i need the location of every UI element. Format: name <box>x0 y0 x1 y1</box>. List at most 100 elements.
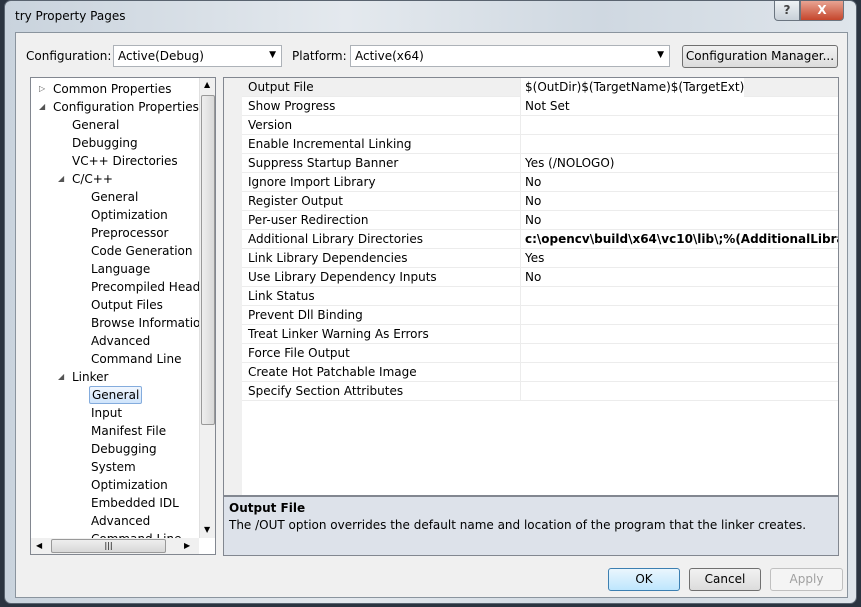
property-row[interactable]: Create Hot Patchable Image <box>242 363 838 382</box>
dialog-client: Configuration: Active(Debug) ▼ Platform: … <box>15 32 848 598</box>
property-name: Link Status <box>248 289 315 303</box>
property-row[interactable]: Enable Incremental Linking <box>242 135 838 154</box>
scroll-left-icon[interactable]: ◀ <box>36 541 42 550</box>
property-name: Suppress Startup Banner <box>248 156 399 170</box>
property-row[interactable]: Suppress Startup Banner Yes (/NOLOGO) <box>242 154 838 173</box>
tree-item[interactable]: Manifest File <box>89 422 168 440</box>
property-row[interactable]: Specify Section Attributes <box>242 382 838 401</box>
property-value[interactable] <box>520 287 525 306</box>
ok-button[interactable]: OK <box>608 568 680 591</box>
property-value[interactable] <box>520 116 525 135</box>
property-name: Prevent Dll Binding <box>248 308 363 322</box>
tree-item[interactable]: Output Files <box>89 296 165 314</box>
scroll-right-icon[interactable]: ▶ <box>184 541 190 550</box>
property-value[interactable]: Yes (/NOLOGO) <box>520 154 614 173</box>
property-tree: ▷ Common Properties ◢ Configuration Propert… <box>30 77 216 555</box>
tree-item[interactable]: Precompiled Headers <box>89 278 215 296</box>
property-name: Output File <box>248 80 314 94</box>
property-value[interactable]: No <box>520 173 541 192</box>
tree-item[interactable]: Browse Information <box>89 314 210 332</box>
property-row[interactable]: Register Output No <box>242 192 838 211</box>
tree-item[interactable]: Preprocessor <box>89 224 170 242</box>
property-value[interactable] <box>520 344 525 363</box>
tree-item[interactable]: VC++ Directories <box>70 152 180 170</box>
property-row[interactable]: Use Library Dependency Inputs No <box>242 268 838 287</box>
property-value[interactable]: $(OutDir)$(TargetName)$(TargetExt) <box>520 78 745 97</box>
tree-item[interactable]: Optimization <box>89 206 170 224</box>
platform-value: Active(x64) <box>355 49 424 63</box>
property-name: Show Progress <box>248 99 336 113</box>
property-row[interactable]: Treat Linker Warning As Errors <box>242 325 838 344</box>
tree-item[interactable]: Advanced <box>89 512 152 530</box>
configuration-value: Active(Debug) <box>118 49 204 63</box>
property-value[interactable] <box>520 135 525 154</box>
collapse-arrow-icon[interactable]: ◢ <box>39 102 45 111</box>
scroll-up-icon[interactable]: ▲ <box>204 80 210 89</box>
tree-item[interactable]: Language <box>89 260 152 278</box>
tree-item[interactable]: Input <box>89 404 124 422</box>
property-value[interactable]: c:\opencv\build\x64\vc10\lib\;%(Addition… <box>520 230 838 249</box>
property-row[interactable]: Ignore Import Library No <box>242 173 838 192</box>
property-value[interactable]: No <box>520 211 541 230</box>
property-row[interactable]: Link Library Dependencies Yes <box>242 249 838 268</box>
help-button[interactable]: ? <box>774 1 800 21</box>
platform-label: Platform: <box>292 49 347 63</box>
property-name: Register Output <box>248 194 343 208</box>
tree-item[interactable]: Debugging <box>89 440 159 458</box>
apply-button[interactable]: Apply <box>770 568 843 591</box>
property-row[interactable]: Force File Output <box>242 344 838 363</box>
property-name: Treat Linker Warning As Errors <box>248 327 429 341</box>
tree-item[interactable]: Embedded IDL <box>89 494 181 512</box>
property-row[interactable]: Per-user Redirection No <box>242 211 838 230</box>
collapse-arrow-icon[interactable]: ◢ <box>58 174 64 183</box>
cancel-button[interactable]: Cancel <box>689 568 761 591</box>
property-grid: Output File $(OutDir)$(TargetName)$(Targe… <box>223 77 839 496</box>
tree-item[interactable]: Command Line <box>89 350 184 368</box>
property-value[interactable]: Yes <box>520 249 544 268</box>
property-row[interactable]: Version <box>242 116 838 135</box>
tree-item[interactable]: Code Generation <box>89 242 194 260</box>
property-value[interactable] <box>520 363 525 382</box>
description-title: Output File <box>229 501 306 515</box>
property-value[interactable] <box>520 382 525 401</box>
property-pages-dialog: try Property Pages ? X Configuration: Ac… <box>4 0 857 604</box>
configuration-select[interactable]: Active(Debug) ▼ <box>113 45 282 67</box>
scroll-down-icon[interactable]: ▼ <box>204 525 210 534</box>
window-title: try Property Pages <box>15 9 126 23</box>
configuration-manager-button[interactable]: Configuration Manager... <box>682 45 838 68</box>
property-row[interactable]: Show Progress Not Set <box>242 97 838 116</box>
description-text: The /OUT option overrides the default na… <box>229 518 807 532</box>
tree-item[interactable]: Common Properties <box>51 80 174 98</box>
tree-horizontal-scrollbar[interactable]: ◀ ||| ▶ <box>31 538 199 554</box>
property-value[interactable]: Not Set <box>520 97 570 116</box>
platform-select[interactable]: Active(x64) ▼ <box>350 45 670 67</box>
tree-item[interactable]: C/C++ <box>70 170 115 188</box>
property-value[interactable]: No <box>520 192 541 211</box>
property-value[interactable] <box>520 306 525 325</box>
close-button[interactable]: X <box>800 1 844 21</box>
collapse-arrow-icon[interactable]: ◢ <box>58 372 64 381</box>
tree-item[interactable]: Configuration Properties <box>51 98 201 116</box>
tree-item[interactable]: Advanced <box>89 332 152 350</box>
tree-item[interactable]: Linker <box>70 368 110 386</box>
property-row[interactable]: Prevent Dll Binding <box>242 306 838 325</box>
tree-item[interactable]: Optimization <box>89 476 170 494</box>
property-row[interactable]: Link Status <box>242 287 838 306</box>
tree-item[interactable]: General <box>89 386 143 404</box>
tree-item[interactable]: System <box>89 458 138 476</box>
expand-arrow-icon[interactable]: ▷ <box>39 84 45 93</box>
grid-gutter <box>224 78 242 495</box>
property-row[interactable]: Additional Library Directories c:\opencv\… <box>242 230 838 249</box>
tree-vertical-scrollbar[interactable]: ▲ ▼ <box>199 78 215 538</box>
tree-item[interactable]: General <box>70 116 121 134</box>
scrollbar-thumb[interactable]: ||| <box>51 539 166 553</box>
property-value[interactable]: No <box>520 268 541 287</box>
tree-item[interactable]: General <box>89 188 140 206</box>
property-name: Create Hot Patchable Image <box>248 365 417 379</box>
tree-item[interactable]: Debugging <box>70 134 140 152</box>
property-value[interactable] <box>520 325 525 344</box>
scrollbar-thumb[interactable] <box>201 95 215 425</box>
description-panel: Output File The /OUT option overrides th… <box>223 496 839 556</box>
property-row[interactable]: Output File $(OutDir)$(TargetName)$(Targe… <box>242 78 838 97</box>
configuration-label: Configuration: <box>26 49 112 63</box>
